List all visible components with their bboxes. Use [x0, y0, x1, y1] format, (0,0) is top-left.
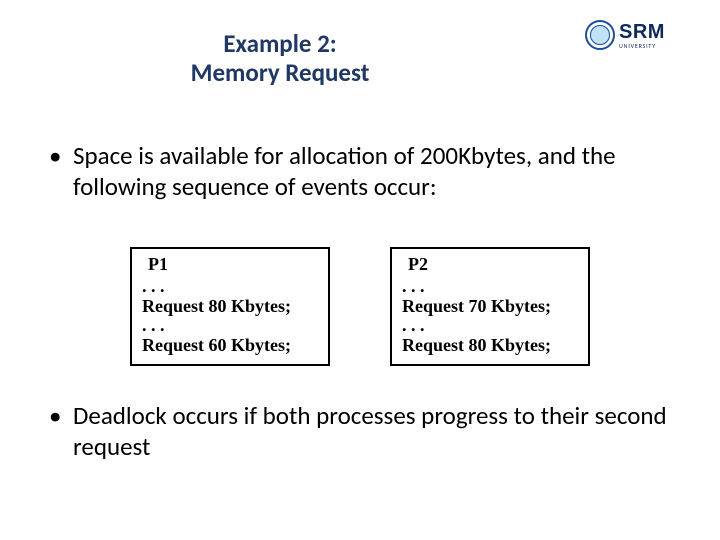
process-line: Request 80 Kbytes;: [402, 336, 578, 356]
process-box-p1: P1 . . . Request 80 Kbytes; . . . Reques…: [130, 247, 330, 366]
slide-title: Example 2: Memory Request: [110, 30, 450, 88]
bullet-intro: Space is available for allocation of 200…: [45, 140, 693, 203]
process-line: . . .: [142, 316, 318, 336]
brand-logo: SRM UNIVERSITY: [585, 14, 690, 56]
title-line-2: Memory Request: [110, 59, 450, 88]
title-line-1: Example 2:: [110, 30, 450, 59]
process-line: Request 60 Kbytes;: [142, 336, 318, 356]
bullet-conclusion: Deadlock occurs if both processes progre…: [45, 400, 693, 463]
process-line: . . .: [402, 277, 578, 297]
process-line: Request 80 Kbytes;: [142, 297, 318, 317]
process-name: P2: [402, 255, 578, 277]
slide: SRM UNIVERSITY Example 2: Memory Request…: [0, 0, 720, 540]
process-line: Request 70 Kbytes;: [402, 297, 578, 317]
process-line: . . .: [402, 316, 578, 336]
process-line: . . .: [142, 277, 318, 297]
logo-main-text: SRM: [619, 22, 665, 42]
logo-seal-icon: [585, 20, 615, 50]
logo-text: SRM UNIVERSITY: [619, 22, 665, 49]
process-name: P1: [142, 255, 318, 277]
process-boxes: P1 . . . Request 80 Kbytes; . . . Reques…: [0, 247, 720, 366]
process-box-p2: P2 . . . Request 70 Kbytes; . . . Reques…: [390, 247, 590, 366]
logo-sub-text: UNIVERSITY: [619, 43, 665, 49]
